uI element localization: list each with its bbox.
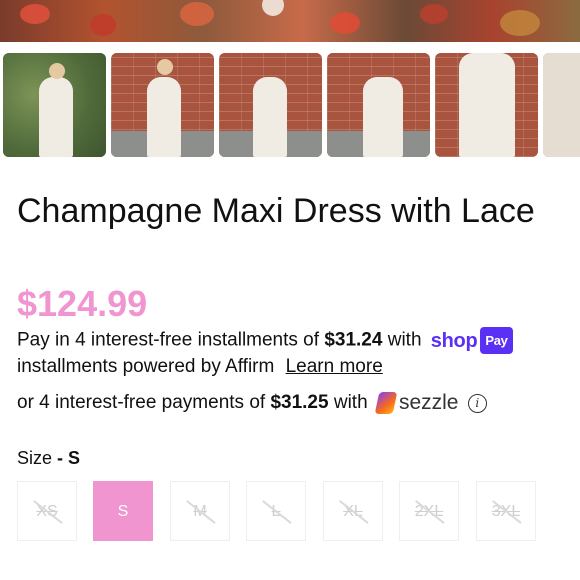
thumbnail-3[interactable]	[219, 53, 322, 157]
size-option-xs[interactable]: XS	[17, 481, 77, 541]
shop-pay-installments: Pay in 4 interest-free installments of $…	[17, 327, 577, 379]
sezzle-wordmark: sezzle	[398, 391, 459, 414]
size-option-2xl[interactable]: 2XL	[399, 481, 459, 541]
sezzle-with: with	[333, 392, 368, 414]
size-option-xl[interactable]: XL	[323, 481, 383, 541]
hero-image	[0, 0, 580, 42]
thumbnail-6[interactable]	[543, 53, 580, 157]
learn-more-link[interactable]: Learn more	[286, 356, 383, 377]
product-price: $124.99	[17, 283, 148, 324]
size-option-m[interactable]: M	[170, 481, 230, 541]
sezzle-text: or 4 interest-free payments of	[17, 392, 266, 414]
shop-pay-amount: $31.24	[324, 329, 383, 351]
shop-pay-text: Pay in 4 interest-free installments of	[17, 329, 320, 351]
sezzle-mark-icon	[374, 392, 398, 414]
thumbnail-4[interactable]	[327, 53, 430, 157]
sezzle-logo: sezzle	[374, 391, 459, 415]
size-selected-value: S	[68, 448, 81, 468]
thumbnail-5[interactable]	[435, 53, 538, 157]
size-option-s[interactable]: S	[93, 481, 153, 541]
size-option-label: S	[117, 503, 129, 520]
size-option-l[interactable]: L	[246, 481, 306, 541]
sezzle-amount: $31.25	[270, 392, 329, 414]
thumbnail-2[interactable]	[111, 53, 214, 157]
shop-pay-with: with	[387, 329, 422, 351]
size-selector: XS S M L XL 2XL 3XL	[17, 481, 577, 542]
product-title: Champagne Maxi Dress with Lace	[17, 192, 535, 230]
shop-pay-affirm-text: installments powered by Affirm	[17, 356, 275, 377]
thumbnail-gallery	[0, 53, 580, 157]
size-option-3xl[interactable]: 3XL	[476, 481, 536, 541]
shop-pay-logo: shop Pay	[431, 327, 513, 354]
size-separator: -	[57, 448, 64, 468]
size-label-text: Size	[17, 448, 53, 468]
pay-pill: Pay	[480, 327, 513, 354]
shop-logo-text: shop	[430, 330, 478, 352]
sezzle-payments: or 4 interest-free payments of $31.25 wi…	[17, 391, 577, 415]
thumbnail-1[interactable]	[3, 53, 106, 157]
size-label: Size - S	[17, 448, 80, 469]
info-icon[interactable]: i	[467, 393, 487, 413]
